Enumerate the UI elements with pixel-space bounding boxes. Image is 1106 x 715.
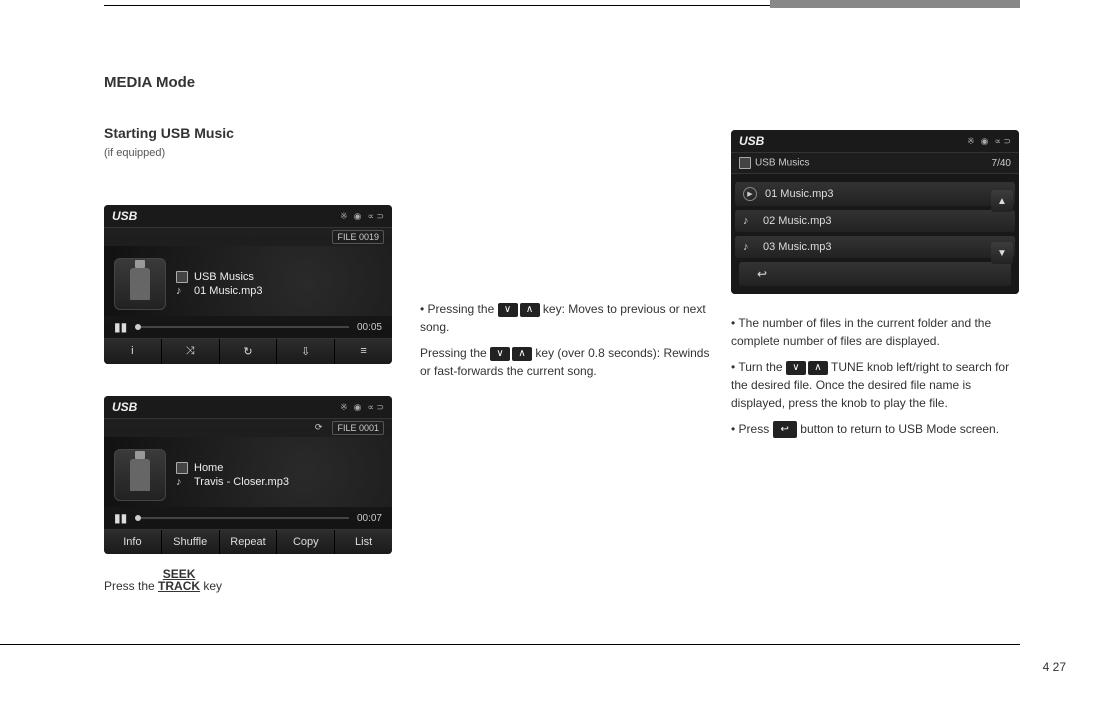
section-title: MEDIA Mode (104, 74, 394, 91)
info-button[interactable]: i (104, 339, 162, 364)
usb-drive-icon (114, 258, 166, 310)
text-fragment: • Turn the (731, 360, 786, 374)
status-icons: ※ ◉ ∝ ⊃ (340, 211, 384, 222)
track-key-label: TRACK (158, 579, 200, 593)
back-key-chip: ↩ (773, 421, 797, 438)
bt-icon: ※ (340, 402, 348, 413)
list-item[interactable]: ▶ 01 Music.mp3 (735, 182, 1015, 206)
text-fragment: button to return to USB Mode screen. (800, 422, 999, 436)
text-fragment: key (203, 579, 222, 593)
play-icon: ▶ (743, 187, 757, 201)
status-icons: ※ ◉ ∝ ⊃ (967, 136, 1011, 147)
pause-icon[interactable]: ▮▮ (114, 511, 127, 525)
status-icons: ※ ◉ ∝ ⊃ (340, 402, 384, 413)
progress-bar[interactable] (135, 326, 349, 328)
device-screenshot-b: USB ※ ◉ ∝ ⊃ ⟳ FILE 0001 Home Travis - Cl… (104, 396, 392, 554)
up-chip-icon: ∧ (512, 347, 532, 361)
track-name: 01 Music.mp3 (194, 285, 262, 297)
list-button[interactable]: List (335, 530, 392, 554)
seek-press-line: Press the SEEK TRACK key (104, 568, 394, 595)
copy-button[interactable]: ⇩ (277, 339, 335, 364)
copy-button[interactable]: Copy (277, 530, 335, 554)
usb-link-icon: ∝ ⊃ (368, 211, 384, 222)
section-desc: (if equipped) (104, 147, 394, 159)
page-number: 4 27 (1043, 660, 1066, 674)
list-button[interactable]: ≡ (335, 339, 392, 364)
device-screenshot-a: USB ※ ◉ ∝ ⊃ FILE 0019 USB Musics 01 Musi… (104, 205, 392, 364)
body-text: • The number of files in the current fol… (731, 314, 1021, 350)
elapsed-time: 00:07 (357, 513, 382, 524)
scroll-up-button[interactable]: ▲ (991, 190, 1013, 212)
shuffle-button[interactable]: ⤨ (162, 339, 220, 364)
down-chip-icon: ∨ (498, 303, 518, 317)
text-fragment: • Pressing the (420, 302, 498, 316)
mute-icon: ◉ (354, 402, 362, 413)
elapsed-time: 00:05 (357, 322, 382, 333)
updown-chip: ∨ ∧ (498, 303, 540, 317)
footer-rule (0, 644, 1020, 645)
text-fragment: • Press (731, 422, 773, 436)
section-subtitle: Starting USB Music (104, 125, 394, 141)
mute-icon: ◉ (981, 136, 989, 147)
bt-icon: ※ (340, 211, 348, 222)
up-chip-icon: ∧ (520, 303, 540, 317)
back-button[interactable]: ↩ (739, 262, 1011, 286)
updown-chip: ∨ ∧ (490, 347, 532, 361)
body-text: • Turn the ∨ ∧ TUNE knob left/right to s… (731, 358, 1021, 412)
shuffle-button[interactable]: Shuffle (162, 530, 220, 554)
device-mode-label: USB (112, 209, 137, 223)
folder-icon (176, 271, 188, 283)
body-text: • Pressing the ∨ ∧ key: Moves to previou… (420, 300, 710, 336)
usb-drive-icon (114, 449, 166, 501)
music-note-icon (176, 285, 188, 297)
updown-chip: ∨ ∧ (786, 361, 828, 375)
pause-icon[interactable]: ▮▮ (114, 320, 127, 334)
list-item-label: 03 Music.mp3 (763, 241, 831, 253)
device-mode-label: USB (112, 400, 137, 414)
text-fragment: Pressing the (420, 346, 490, 360)
progress-bar[interactable] (135, 517, 349, 519)
list-item-label: 01 Music.mp3 (765, 188, 833, 200)
usb-link-icon: ∝ ⊃ (368, 402, 384, 413)
text-fragment: Press the (104, 579, 158, 593)
list-item[interactable]: 02 Music.mp3 (735, 210, 1015, 232)
list-item-label: 02 Music.mp3 (763, 215, 831, 227)
bt-icon: ※ (967, 136, 975, 147)
list-count: 7/40 (992, 158, 1011, 169)
body-text: • Press ↩ button to return to USB Mode s… (731, 420, 1021, 438)
folder-name: USB Musics (755, 158, 809, 169)
music-note-icon (743, 215, 755, 227)
music-note-icon (743, 241, 755, 253)
device-mode-label: USB (739, 134, 764, 148)
folder-icon (176, 462, 188, 474)
down-chip-icon: ∨ (490, 347, 510, 361)
body-text: Pressing the ∨ ∧ key (over 0.8 seconds):… (420, 344, 710, 380)
section-tab (770, 0, 1020, 8)
file-counter: FILE 0001 (332, 421, 384, 435)
track-name: Travis - Closer.mp3 (194, 476, 289, 488)
scroll-down-button[interactable]: ▼ (991, 242, 1013, 264)
repeat-badge: ⟳ (311, 421, 327, 435)
folder-name: USB Musics (194, 271, 254, 283)
device-screenshot-list: USB ※ ◉ ∝ ⊃ USB Musics 7/40 ▶ 01 Music.m… (731, 130, 1019, 294)
folder-icon (739, 157, 751, 169)
folder-name: Home (194, 462, 223, 474)
music-note-icon (176, 476, 188, 488)
up-chip-icon: ∧ (808, 361, 828, 375)
repeat-button[interactable]: Repeat (220, 530, 278, 554)
list-item[interactable]: 03 Music.mp3 (735, 236, 1015, 258)
down-chip-icon: ∨ (786, 361, 806, 375)
usb-link-icon: ∝ ⊃ (995, 136, 1011, 147)
mute-icon: ◉ (354, 211, 362, 222)
file-counter: FILE 0019 (332, 230, 384, 244)
info-button[interactable]: Info (104, 530, 162, 554)
repeat-button[interactable]: ↻ (220, 339, 278, 364)
